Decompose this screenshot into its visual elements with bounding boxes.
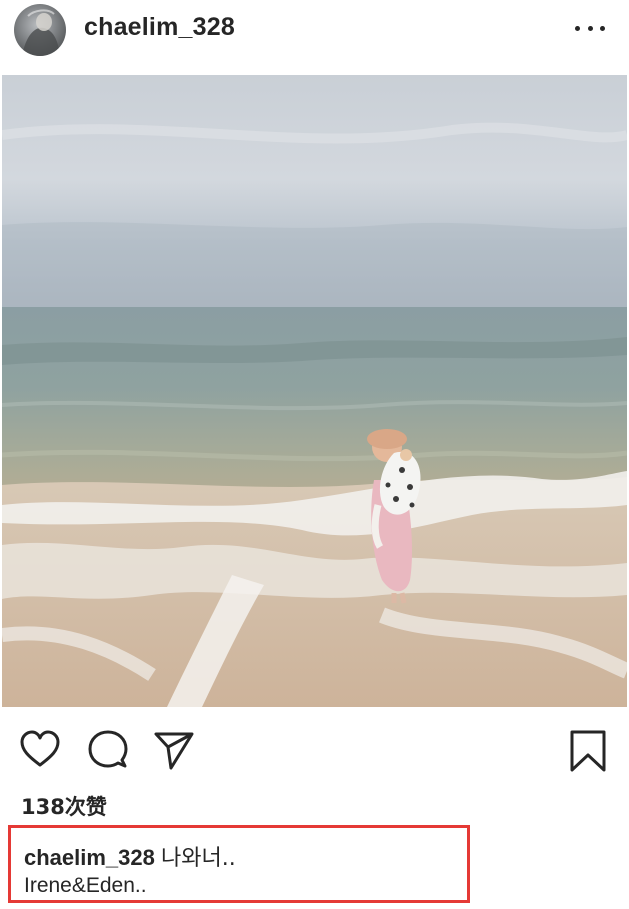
caption-username[interactable]: chaelim_328 [24,845,155,870]
action-bar [0,722,629,782]
comment-icon[interactable] [86,728,130,772]
caption-second-line: Irene&Eden.. [24,874,147,897]
caption-text: 나와너.. [161,846,236,871]
more-options-icon[interactable] [575,16,605,40]
post-username[interactable]: chaelim_328 [84,13,235,42]
post-photo[interactable] [2,75,627,707]
bookmark-icon[interactable] [566,728,610,772]
send-icon[interactable] [152,728,196,772]
like-count[interactable]: 138次赞 [21,791,107,821]
instagram-post: chaelim_328 138次赞 chaelim_328 나와너.. Iren… [0,0,629,909]
caption-line: chaelim_328 나와너.. [24,840,236,872]
post-header: chaelim_328 [0,0,629,60]
caption-highlight: chaelim_328 나와너.. Irene&Eden.. [8,825,470,903]
heart-icon[interactable] [18,728,62,772]
avatar[interactable] [14,4,66,56]
